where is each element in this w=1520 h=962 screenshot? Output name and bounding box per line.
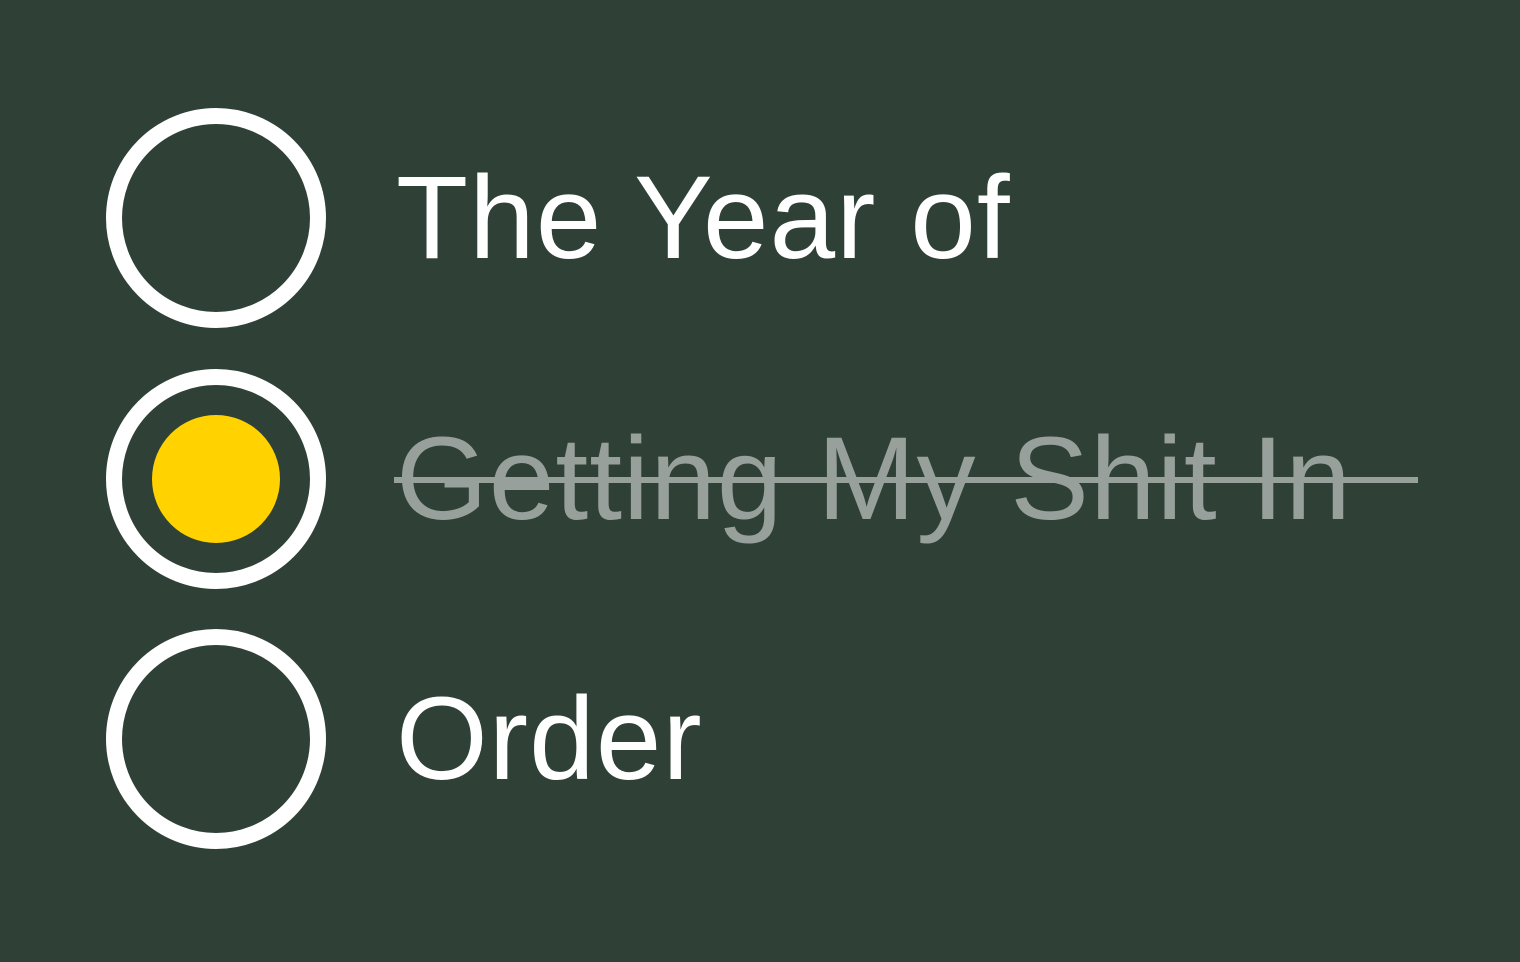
- radio-selected-icon[interactable]: [106, 369, 326, 589]
- option-label: The Year of: [396, 152, 1011, 284]
- option-label: Order: [396, 673, 703, 805]
- strikethrough-line: [394, 477, 1418, 483]
- option-the-year-of[interactable]: The Year of: [0, 108, 1520, 348]
- radio-unselected-icon[interactable]: [106, 108, 326, 328]
- option-order[interactable]: Order: [0, 629, 1520, 869]
- option-getting-my-shit-in[interactable]: Getting My Shit In: [0, 369, 1520, 609]
- radio-unselected-icon[interactable]: [106, 629, 326, 849]
- radio-list: The Year of Getting My Shit In Order: [0, 0, 1520, 962]
- selected-dot-icon: [152, 415, 280, 543]
